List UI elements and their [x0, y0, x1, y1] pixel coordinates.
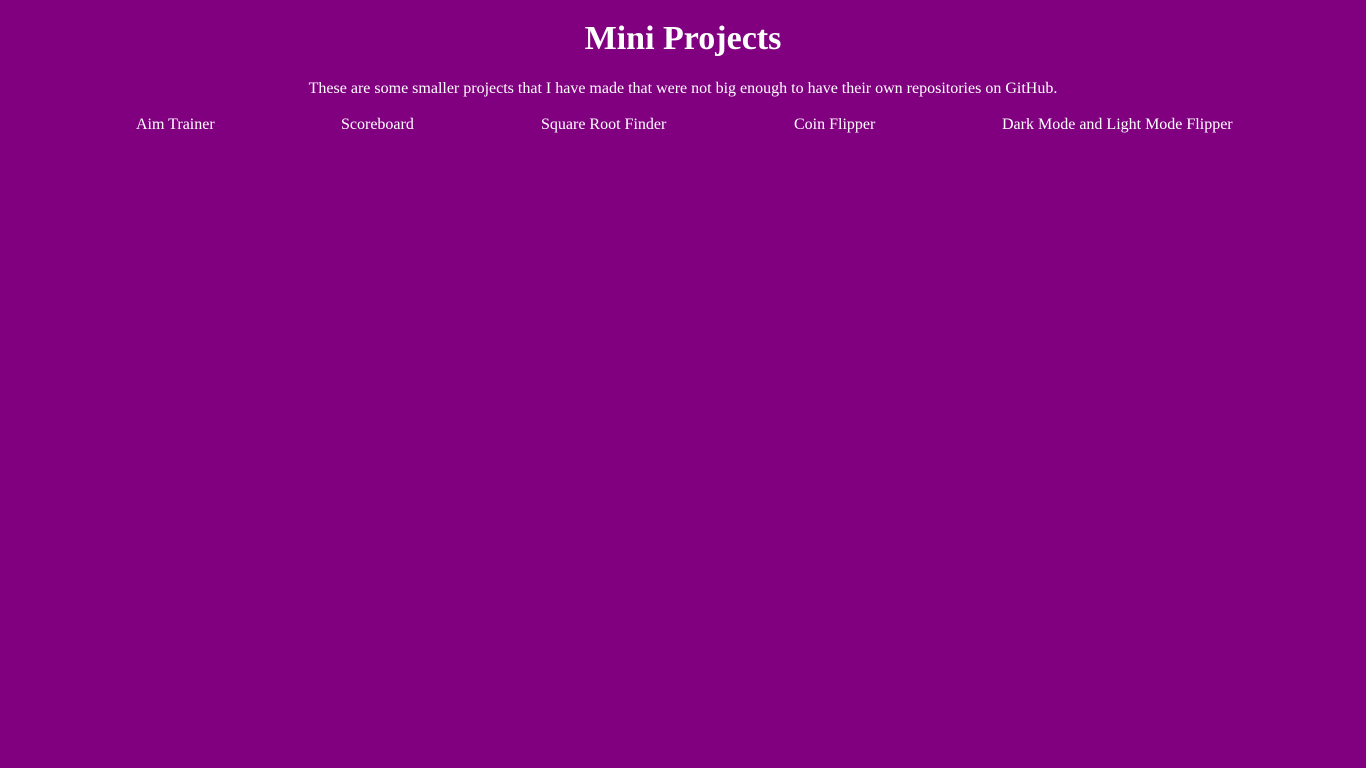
project-links-nav: Aim Trainer Scoreboard Square Root Finde…	[0, 115, 1366, 135]
project-link-aim-trainer[interactable]: Aim Trainer	[136, 115, 215, 135]
project-link-dark-light-mode-flipper[interactable]: Dark Mode and Light Mode Flipper	[1002, 115, 1233, 135]
page-title: Mini Projects	[584, 20, 782, 57]
project-link-coin-flipper[interactable]: Coin Flipper	[794, 115, 875, 135]
project-link-square-root-finder[interactable]: Square Root Finder	[541, 115, 666, 135]
page-description: These are some smaller projects that I h…	[308, 80, 1058, 97]
page: { "page": { "title": "Mini Projects", "d…	[0, 0, 1366, 768]
project-link-scoreboard[interactable]: Scoreboard	[341, 115, 414, 135]
